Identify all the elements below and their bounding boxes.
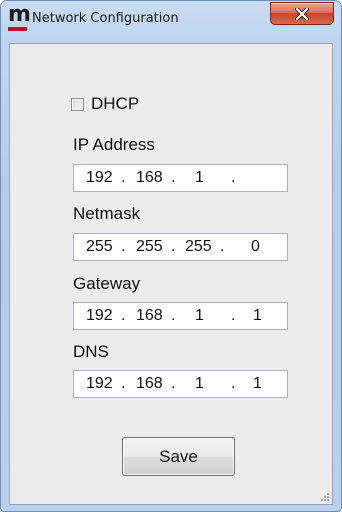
dhcp-label: DHCP <box>91 94 140 113</box>
dns-label: DNS <box>73 342 109 361</box>
octet-separator: . <box>231 169 236 186</box>
dns-octet-4[interactable]: 1 <box>253 375 262 393</box>
close-x-icon <box>295 7 309 20</box>
window-frame: m Network Configuration DHCP IP Address … <box>0 0 342 512</box>
ip-address-octet-1[interactable]: 192 <box>86 169 113 187</box>
octet-separator: . <box>171 169 176 186</box>
gateway-octet-3[interactable]: 1 <box>195 307 204 325</box>
gateway-input[interactable]: 192 . 168 . 1 . 1 <box>73 302 288 330</box>
octet-separator: . <box>171 375 176 392</box>
dns-octet-1[interactable]: 192 <box>86 375 113 393</box>
ip-address-label: IP Address <box>73 135 155 154</box>
ip-address-input[interactable]: 192 . 168 . 1 . <box>73 164 288 192</box>
netmask-octet-4[interactable]: 0 <box>251 238 260 256</box>
title-bar[interactable]: m Network Configuration <box>1 1 341 43</box>
dhcp-checkbox[interactable] <box>71 97 84 111</box>
octet-separator: . <box>171 307 176 324</box>
gateway-label: Gateway <box>73 274 141 293</box>
dns-octet-3[interactable]: 1 <box>195 375 204 393</box>
netmask-label: Netmask <box>73 204 141 223</box>
save-button[interactable]: Save <box>122 437 235 476</box>
netmask-input[interactable]: 255 . 255 . 255 . 0 <box>73 233 288 261</box>
octet-separator: . <box>121 307 126 324</box>
octet-separator: . <box>231 307 236 324</box>
resize-grip-icon[interactable] <box>320 492 330 502</box>
octet-separator: . <box>220 238 225 255</box>
netmask-octet-1[interactable]: 255 <box>86 238 113 256</box>
gateway-octet-2[interactable]: 168 <box>136 307 163 325</box>
gateway-octet-1[interactable]: 192 <box>86 307 113 325</box>
close-button[interactable] <box>270 2 334 25</box>
dns-input[interactable]: 192 . 168 . 1 . 1 <box>73 370 288 398</box>
dhcp-option[interactable]: DHCP <box>71 94 139 114</box>
octet-separator: . <box>171 238 176 255</box>
octet-separator: . <box>231 375 236 392</box>
client-area: DHCP IP Address 192 . 168 . 1 . Netmask … <box>9 43 333 505</box>
octet-separator: . <box>121 238 126 255</box>
window-title: Network Configuration <box>32 11 179 26</box>
octet-separator: . <box>121 375 126 392</box>
netmask-octet-2[interactable]: 255 <box>136 238 163 256</box>
ip-address-octet-2[interactable]: 168 <box>136 169 163 187</box>
dns-octet-2[interactable]: 168 <box>136 375 163 393</box>
gateway-octet-4[interactable]: 1 <box>253 307 262 325</box>
octet-separator: . <box>121 169 126 186</box>
app-logo-icon: m <box>8 4 31 31</box>
ip-address-octet-3[interactable]: 1 <box>195 169 204 187</box>
netmask-octet-3[interactable]: 255 <box>185 238 212 256</box>
